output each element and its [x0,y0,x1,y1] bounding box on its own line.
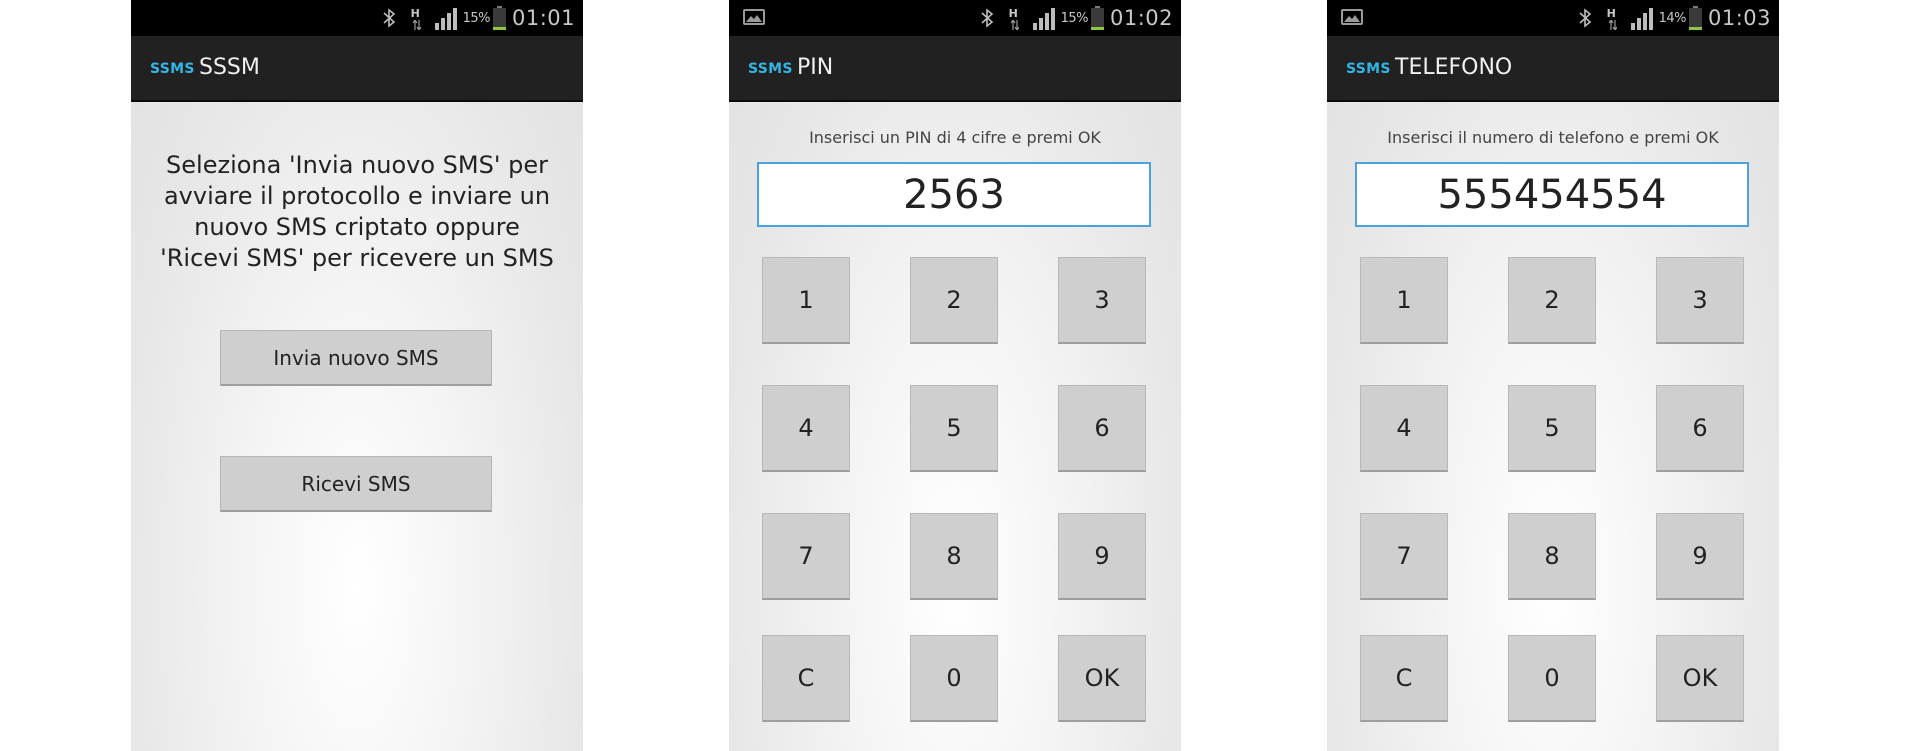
phone-key-8[interactable]: 8 [1508,513,1596,600]
pin-key-1[interactable]: 1 [762,257,850,344]
phone-key-1[interactable]: 1 [1360,257,1448,344]
battery-percent: 15% [462,10,491,26]
phone-key-3[interactable]: 3 [1656,257,1744,344]
pin-keypad: 1 2 3 4 5 6 7 8 9 C 0 OK [729,0,1181,751]
phone-key-4[interactable]: 4 [1360,385,1448,472]
phone-key-clear[interactable]: C [1360,635,1448,722]
phone-key-0[interactable]: 0 [1508,635,1596,722]
app-logo[interactable]: SSMS [150,61,195,77]
receive-sms-button[interactable]: Ricevi SMS [220,456,492,512]
home-screen: H 15% 01:01 SSMS SSSM Seleziona 'Invia n… [131,0,583,751]
status-bar: H 15% 01:01 [131,0,583,36]
pin-key-9[interactable]: 9 [1058,513,1146,600]
phone-keypad: 1 2 3 4 5 6 7 8 9 C 0 OK [1327,0,1779,751]
instructions-text: Seleziona 'Invia nuovo SMS' per avviare … [160,151,554,272]
pin-key-ok[interactable]: OK [1058,635,1146,722]
pin-key-3[interactable]: 3 [1058,257,1146,344]
bluetooth-icon [383,8,395,28]
phone-key-7[interactable]: 7 [1360,513,1448,600]
phone-key-2[interactable]: 2 [1508,257,1596,344]
pin-key-2[interactable]: 2 [910,257,998,344]
phone-key-6[interactable]: 6 [1656,385,1744,472]
pin-key-0[interactable]: 0 [910,635,998,722]
pin-key-5[interactable]: 5 [910,385,998,472]
pin-key-6[interactable]: 6 [1058,385,1146,472]
pin-key-4[interactable]: 4 [762,385,850,472]
phone-key-ok[interactable]: OK [1656,635,1744,722]
action-bar: SSMS SSSM [131,36,583,102]
pin-key-8[interactable]: 8 [910,513,998,600]
clock: 01:01 [511,6,575,30]
phone-number-screen: H 14% 01:03 SSMS TELEFONO Inserisci il n… [1327,0,1779,751]
send-new-sms-button[interactable]: Invia nuovo SMS [220,330,492,386]
screen-title: SSSM [199,55,260,80]
hspa-data-icon: H [409,5,423,31]
pin-screen: H 15% 01:02 SSMS PIN Inserisci un PIN di… [729,0,1181,751]
signal-icon [434,8,457,30]
phone-key-9[interactable]: 9 [1656,513,1744,600]
battery-icon [492,6,506,30]
pin-key-clear[interactable]: C [762,635,850,722]
pin-key-7[interactable]: 7 [762,513,850,600]
phone-key-5[interactable]: 5 [1508,385,1596,472]
